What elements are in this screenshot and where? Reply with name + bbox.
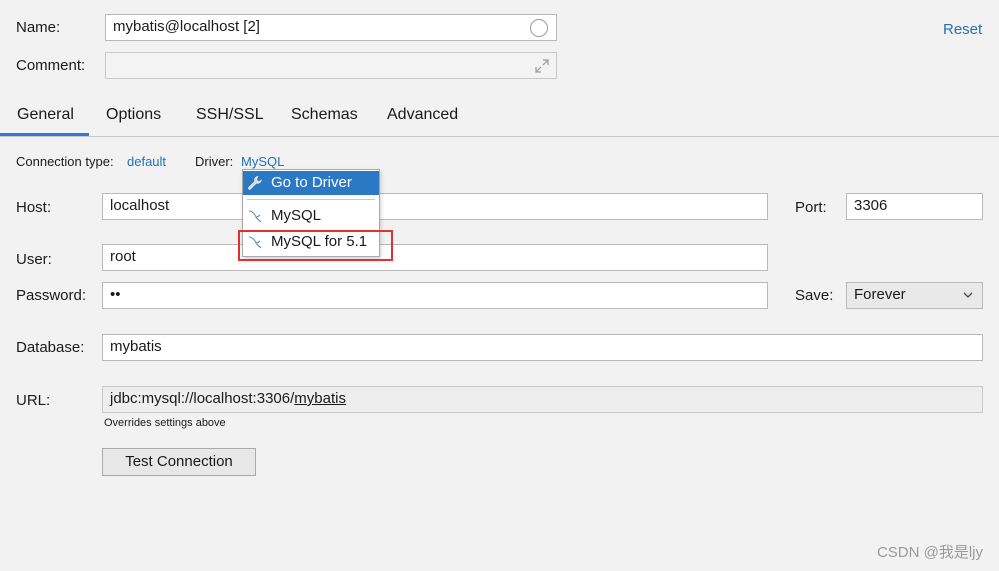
menu-item-mysql[interactable]: MySQL [243, 204, 379, 228]
url-input[interactable]: jdbc:mysql://localhost:3306/mybatis [102, 386, 983, 413]
url-label: URL: [16, 392, 51, 409]
mysql-dolphin-icon [248, 210, 262, 223]
port-input[interactable]: 3306 [846, 193, 983, 220]
port-label: Port: [795, 199, 827, 216]
tab-general[interactable]: General [17, 106, 74, 124]
menu-item-label: MySQL [271, 207, 322, 224]
host-input-value: localhost [110, 197, 170, 214]
save-select[interactable]: Forever [846, 282, 983, 309]
password-label: Password: [16, 287, 87, 304]
user-input[interactable]: root [102, 244, 768, 271]
tab-ssh-ssl[interactable]: SSH/SSL [196, 106, 264, 124]
save-select-value: Forever [854, 286, 906, 303]
database-label: Database: [16, 339, 85, 356]
host-input[interactable]: localhost [102, 193, 768, 220]
database-input[interactable]: mybatis [102, 334, 983, 361]
name-input-value: mybatis@localhost [2] [113, 18, 260, 35]
user-input-value: root [110, 248, 136, 265]
name-input[interactable]: mybatis@localhost [2] [105, 14, 557, 41]
url-note: Overrides settings above [104, 417, 226, 429]
database-input-value: mybatis [110, 338, 162, 355]
comment-label: Comment: [16, 57, 86, 74]
chevron-down-icon [963, 292, 973, 298]
connection-type-label: Connection type: [16, 154, 114, 169]
connection-type-link[interactable]: default [127, 154, 166, 169]
color-circle-icon[interactable] [530, 19, 548, 37]
tab-advanced[interactable]: Advanced [387, 106, 458, 124]
password-input-value: •• [110, 286, 121, 303]
tab-options[interactable]: Options [106, 106, 161, 124]
driver-label: Driver: [195, 154, 234, 169]
menu-item-label: Go to Driver [271, 174, 352, 191]
port-input-value: 3306 [854, 197, 888, 214]
menu-item-go-to-driver[interactable]: Go to Driver [243, 171, 379, 195]
tab-schemas[interactable]: Schemas [291, 106, 358, 124]
tab-divider [0, 136, 999, 137]
name-label: Name: [16, 19, 61, 36]
user-label: User: [16, 251, 52, 268]
comment-input[interactable] [105, 52, 557, 79]
password-input[interactable]: •• [102, 282, 768, 309]
host-label: Host: [16, 199, 52, 216]
test-connection-button[interactable]: Test Connection [102, 448, 256, 476]
menu-separator [247, 199, 375, 200]
save-label: Save: [795, 287, 834, 304]
url-prefix: jdbc:mysql://localhost:3306/ [110, 390, 295, 407]
url-database: mybatis [294, 390, 346, 407]
watermark: CSDN @我是ljy [876, 544, 983, 561]
wrench-icon [248, 176, 262, 190]
reset-link[interactable]: Reset [943, 21, 982, 38]
expand-icon[interactable] [534, 58, 550, 74]
highlight-box [238, 230, 393, 261]
driver-link[interactable]: MySQL [241, 154, 284, 169]
